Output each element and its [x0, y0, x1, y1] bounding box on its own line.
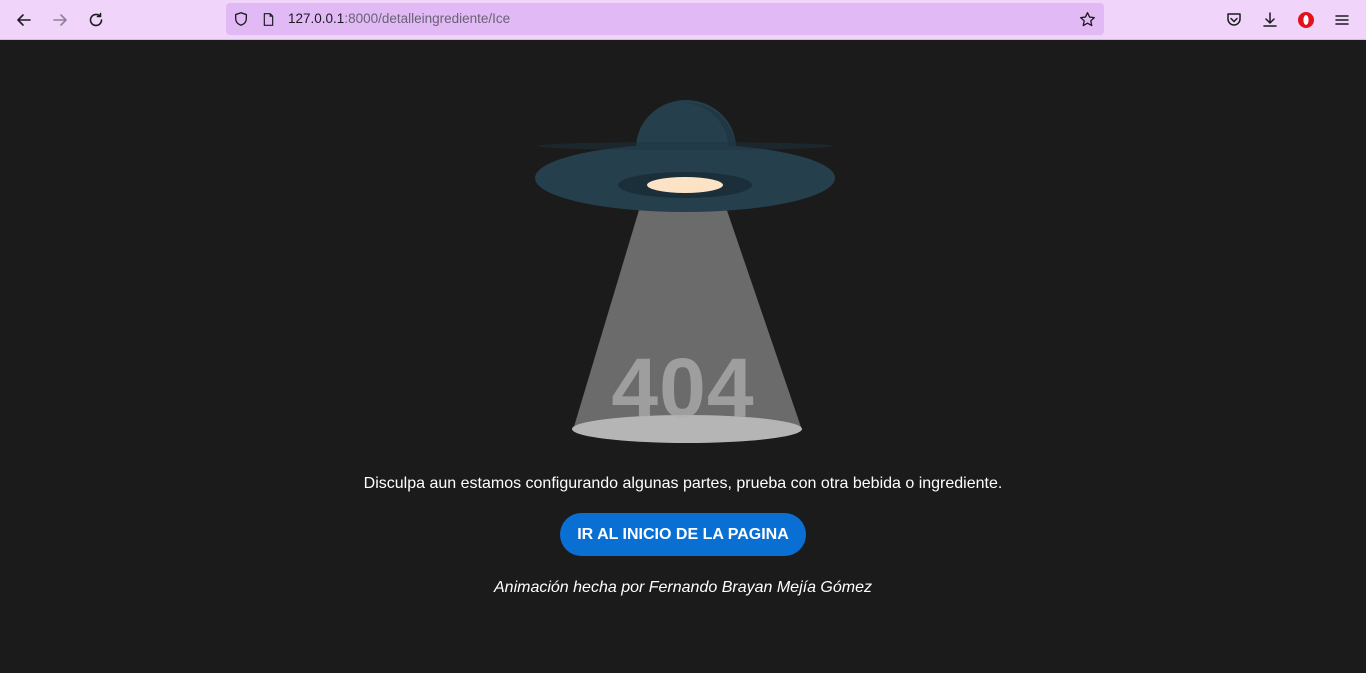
- forward-button[interactable]: [46, 6, 74, 34]
- reload-button[interactable]: [82, 6, 110, 34]
- pocket-icon: [1227, 13, 1241, 26]
- shield-icon[interactable]: [232, 10, 250, 28]
- back-button[interactable]: [10, 6, 38, 34]
- ufo-dome: [636, 100, 736, 148]
- back-icon: [17, 14, 31, 26]
- url-host: 127.0.0.1: [288, 11, 345, 26]
- animation-credit: Animación hecha por Fernando Brayan Mejí…: [494, 579, 872, 596]
- url-bar[interactable]: 127.0.0.1:8000/detalleingrediente/Ice: [226, 3, 1104, 35]
- go-home-button[interactable]: IR AL INICIO DE LA PAGINA: [560, 513, 806, 556]
- opera-extension-button[interactable]: [1292, 6, 1320, 34]
- url-text[interactable]: 127.0.0.1:8000/detalleingrediente/Ice: [288, 11, 510, 26]
- download-icon: [1263, 12, 1277, 27]
- pocket-button[interactable]: [1220, 6, 1248, 34]
- downloads-button[interactable]: [1256, 6, 1284, 34]
- bookmark-star-icon[interactable]: [1078, 10, 1096, 28]
- error-page: 404 Disculpa aun estamos configurando al…: [0, 40, 1366, 673]
- browser-toolbar: 127.0.0.1:8000/detalleingrediente/Ice: [0, 0, 1366, 40]
- ufo-light: [647, 177, 723, 193]
- forward-icon: [53, 14, 67, 26]
- menu-icon: [1335, 15, 1349, 25]
- page-icon: [259, 10, 277, 28]
- error-message: Disculpa aun estamos configurando alguna…: [363, 475, 1003, 492]
- opera-icon: [1298, 12, 1314, 28]
- reload-icon: [89, 12, 103, 27]
- url-path: :8000/detalleingrediente/Ice: [344, 11, 511, 26]
- menu-button[interactable]: [1328, 6, 1356, 34]
- error-code: 404: [611, 341, 755, 435]
